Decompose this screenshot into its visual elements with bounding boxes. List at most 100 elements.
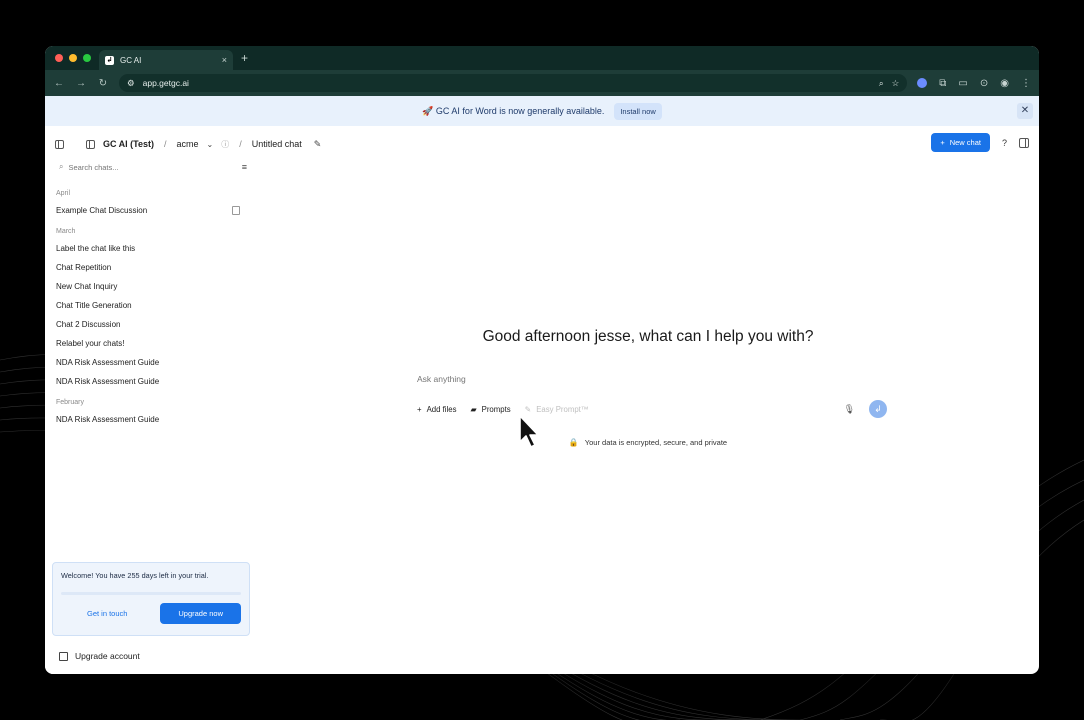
add-files-button[interactable]: + Add files [417, 405, 456, 414]
composer-actions: + Add files ▰ Prompts ✎ Easy Prompt™ 🎙 ↲ [417, 400, 887, 418]
chat-item-label: NDA Risk Assessment Guide [56, 377, 160, 386]
chat-item-label: NDA Risk Assessment Guide [56, 415, 160, 424]
get-in-touch-button[interactable]: Get in touch [61, 605, 153, 622]
bookmark-star-icon[interactable]: ☆ [892, 78, 900, 89]
profile-icon[interactable]: ◉ [1000, 78, 1009, 89]
chat-list-item[interactable]: New Chat Inquiry [45, 277, 257, 296]
chat-list-item[interactable]: NDA Risk Assessment Guide [45, 353, 257, 372]
tab-strip: ↲ GC AI × + [45, 46, 1039, 70]
chat-item-label: Chat 2 Discussion [56, 320, 121, 329]
group-label: February [56, 399, 85, 406]
sidebar: ⌕ ≡ April Example Chat Discussion March … [45, 152, 257, 674]
chat-title: Untitled chat [251, 139, 302, 149]
lock-icon: 🔒 [568, 438, 579, 447]
greeting-heading: Good afternoon jesse, what can I help yo… [482, 328, 814, 345]
prompts-button[interactable]: ▰ Prompts [470, 405, 510, 414]
chevron-down-icon[interactable]: ⌄ [207, 140, 214, 149]
plus-icon: + [417, 404, 422, 414]
extensions-puzzle-icon[interactable]: ⧉ [939, 78, 946, 89]
chat-list-item[interactable]: Chat Repetition [45, 258, 257, 277]
upgrade-account-link[interactable]: Upgrade account [59, 651, 140, 661]
address-bar[interactable]: ⚙ app.getgc.ai ⌕ ☆ [119, 74, 908, 92]
trial-actions: Get in touch Upgrade now [61, 603, 241, 624]
group-label: April [56, 190, 71, 197]
microphone-icon[interactable]: 🎙 [844, 404, 855, 415]
trial-progress-bar [61, 592, 241, 595]
prompts-icon: ▰ [470, 404, 477, 414]
plus-icon: + [940, 138, 945, 147]
upgrade-account-label: Upgrade account [75, 651, 140, 661]
reload-icon[interactable]: ↻ [97, 78, 109, 89]
info-icon[interactable]: ⓘ [221, 139, 229, 150]
cast-icon[interactable]: ▭ [958, 78, 967, 89]
new-tab-button[interactable]: + [241, 51, 248, 65]
menu-kebab-icon[interactable]: ⋮ [1021, 78, 1031, 89]
toolbar-icons: ⧉ ▭ ⊙ ◉ ⋮ [917, 78, 1031, 89]
browser-toolbar: ← → ↻ ⚙ app.getgc.ai ⌕ ☆ ⧉ ▭ ⊙ ◉ ⋮ [45, 70, 1039, 96]
chat-list-item[interactable]: NDA Risk Assessment Guide [45, 410, 257, 429]
easy-prompt-button[interactable]: ✎ Easy Prompt™ [525, 405, 589, 414]
sidebar-toggle-icon[interactable] [55, 139, 64, 149]
breadcrumb: GC AI (Test) / acme ⌄ ⓘ / Untitled chat … [55, 139, 321, 150]
chat-list-item[interactable]: Example Chat Discussion [45, 201, 257, 220]
mouse-cursor-icon [519, 415, 539, 448]
chat-item-label: Example Chat Discussion [56, 206, 148, 215]
header-actions: + New chat ? [931, 133, 1029, 152]
right-panel-toggle-icon[interactable] [1019, 137, 1029, 148]
privacy-text: Your data is encrypted, secure, and priv… [584, 438, 728, 447]
browser-tab[interactable]: ↲ GC AI × [99, 50, 233, 70]
close-window-button[interactable] [55, 54, 63, 62]
external-link-icon [59, 651, 68, 661]
upgrade-now-button[interactable]: Upgrade now [160, 603, 241, 624]
search-icon: ⌕ [59, 162, 64, 171]
send-button[interactable]: ↲ [869, 400, 887, 418]
tab-title: GC AI [120, 55, 142, 65]
new-chat-label: New chat [949, 138, 981, 147]
breadcrumb-separator: / [164, 139, 167, 149]
announcement-banner: 🚀 GC AI for Word is now generally availa… [45, 96, 1039, 126]
workspace-name[interactable]: GC AI (Test) [103, 139, 154, 149]
banner-close-icon[interactable]: ✕ [1017, 103, 1033, 119]
trial-message: Welcome! You have 255 days left in your … [61, 571, 209, 580]
chat-list-item[interactable]: Chat 2 Discussion [45, 315, 257, 334]
minimize-window-button[interactable] [69, 54, 77, 62]
chat-list-item[interactable]: Relabel your chats! [45, 334, 257, 353]
wand-icon: ✎ [524, 404, 532, 414]
banner-text: 🚀 GC AI for Word is now generally availa… [422, 105, 605, 116]
zoom-icon[interactable]: ⌕ [879, 78, 884, 89]
tab-search-icon[interactable]: ⊙ [980, 78, 988, 89]
filter-menu-icon[interactable]: ≡ [242, 162, 247, 172]
site-info-icon[interactable]: ⚙ [127, 78, 135, 89]
install-now-button[interactable]: Install now [614, 102, 662, 120]
trial-card: Welcome! You have 255 days left in your … [52, 562, 250, 636]
org-selector[interactable]: acme [177, 139, 199, 149]
chat-list-item[interactable]: Chat Title Generation [45, 296, 257, 315]
new-chat-button[interactable]: + New chat [931, 133, 990, 152]
tab-close-icon[interactable]: × [222, 55, 227, 65]
back-icon[interactable]: ← [53, 78, 65, 89]
window-controls [55, 54, 91, 62]
ask-anything-input[interactable] [417, 374, 887, 384]
chat-item-label: Chat Title Generation [56, 301, 132, 310]
forward-icon[interactable]: → [75, 78, 87, 89]
chat-item-label: Label the chat like this [56, 244, 136, 253]
maximize-window-button[interactable] [83, 54, 91, 62]
document-icon[interactable] [232, 206, 240, 215]
search-box[interactable]: ⌕ [55, 158, 232, 176]
chat-item-label: NDA Risk Assessment Guide [56, 358, 160, 367]
browser-window: ↲ GC AI × + ← → ↻ ⚙ app.getgc.ai ⌕ ☆ ⧉ ▭… [45, 46, 1039, 674]
extension-icon[interactable] [917, 78, 928, 88]
chat-item-label: New Chat Inquiry [56, 282, 118, 291]
help-icon[interactable]: ? [1002, 138, 1007, 148]
chat-item-label: Relabel your chats! [56, 339, 125, 348]
pencil-edit-icon[interactable]: ✎ [314, 139, 322, 150]
main-content: Good afternoon jesse, what can I help yo… [257, 152, 1039, 674]
chat-item-label: Chat Repetition [56, 263, 112, 272]
search-row: ⌕ ≡ [45, 152, 257, 182]
privacy-notice: 🔒 Your data is encrypted, secure, and pr… [257, 438, 1039, 447]
workspace-icon [86, 139, 95, 149]
chat-group-march: March Label the chat like this Chat Repe… [45, 228, 257, 391]
chat-list-item[interactable]: NDA Risk Assessment Guide [45, 372, 257, 391]
search-chats-input[interactable] [68, 162, 209, 172]
chat-list-item[interactable]: Label the chat like this [45, 239, 257, 258]
